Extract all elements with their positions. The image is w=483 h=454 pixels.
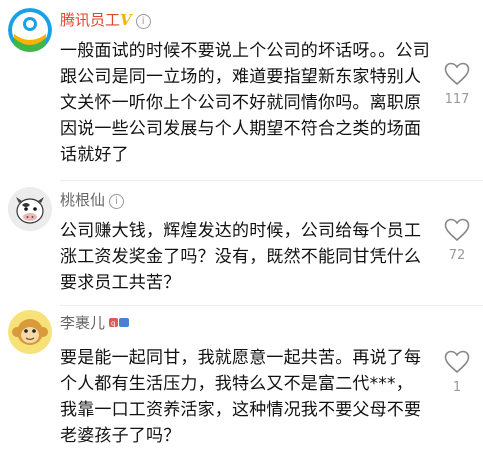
- info-icon[interactable]: i: [109, 194, 125, 209]
- avatar[interactable]: [8, 310, 52, 354]
- heart-icon: [444, 218, 470, 242]
- like-button[interactable]: 72: [438, 218, 476, 263]
- avatar[interactable]: [8, 8, 52, 52]
- comment-author[interactable]: 桃根仙 i: [60, 190, 125, 210]
- comment-item: 桃根仙 i 公司赚大钱，辉煌发达的时候，公司给每个员工涨工资发奖金了吗？没有，既然…: [0, 180, 483, 305]
- member-badge-icon: q: [109, 318, 130, 328]
- divider: [60, 180, 483, 181]
- comment-item: 李裹儿 q 要是能一起同甘，我就愿意一起共苦。再说了每个人都有生活压力，我特么又不…: [0, 305, 483, 454]
- cow-avatar-icon: [8, 187, 52, 231]
- verified-badge-icon: V: [120, 11, 132, 29]
- svg-text:q: q: [111, 320, 115, 328]
- comment-author[interactable]: 腾讯员工V i: [60, 10, 151, 30]
- comment-text: 公司赚大钱，辉煌发达的时候，公司给每个员工涨工资发奖金了吗？没有，既然不能同甘凭…: [60, 221, 422, 293]
- like-button[interactable]: 117: [438, 62, 476, 107]
- comment-item: 腾讯员工V i 一般面试的时候不要说上个公司的坏话呀。。公司跟公司是同一立场的，难…: [0, 0, 483, 170]
- comment-text: 一般面试的时候不要说上个公司的坏话呀。。公司跟公司是同一立场的，难道要指望新东家…: [60, 41, 430, 165]
- monkey-avatar-icon: [8, 310, 52, 354]
- like-count: 1: [452, 380, 462, 395]
- like-count: 117: [444, 92, 470, 107]
- avatar[interactable]: [8, 187, 52, 231]
- like-button[interactable]: 1: [438, 350, 476, 395]
- like-count: 72: [448, 248, 466, 263]
- info-icon[interactable]: i: [135, 14, 151, 29]
- heart-icon: [444, 350, 470, 374]
- heart-icon: [444, 62, 470, 86]
- comment-author[interactable]: 李裹儿 q: [60, 313, 130, 333]
- tencent-logo-icon: [8, 8, 52, 52]
- divider: [60, 305, 483, 306]
- comment-text: 要是能一起同甘，我就愿意一起共苦。再说了每个人都有生活压力，我特么又不是富二代*…: [60, 348, 422, 446]
